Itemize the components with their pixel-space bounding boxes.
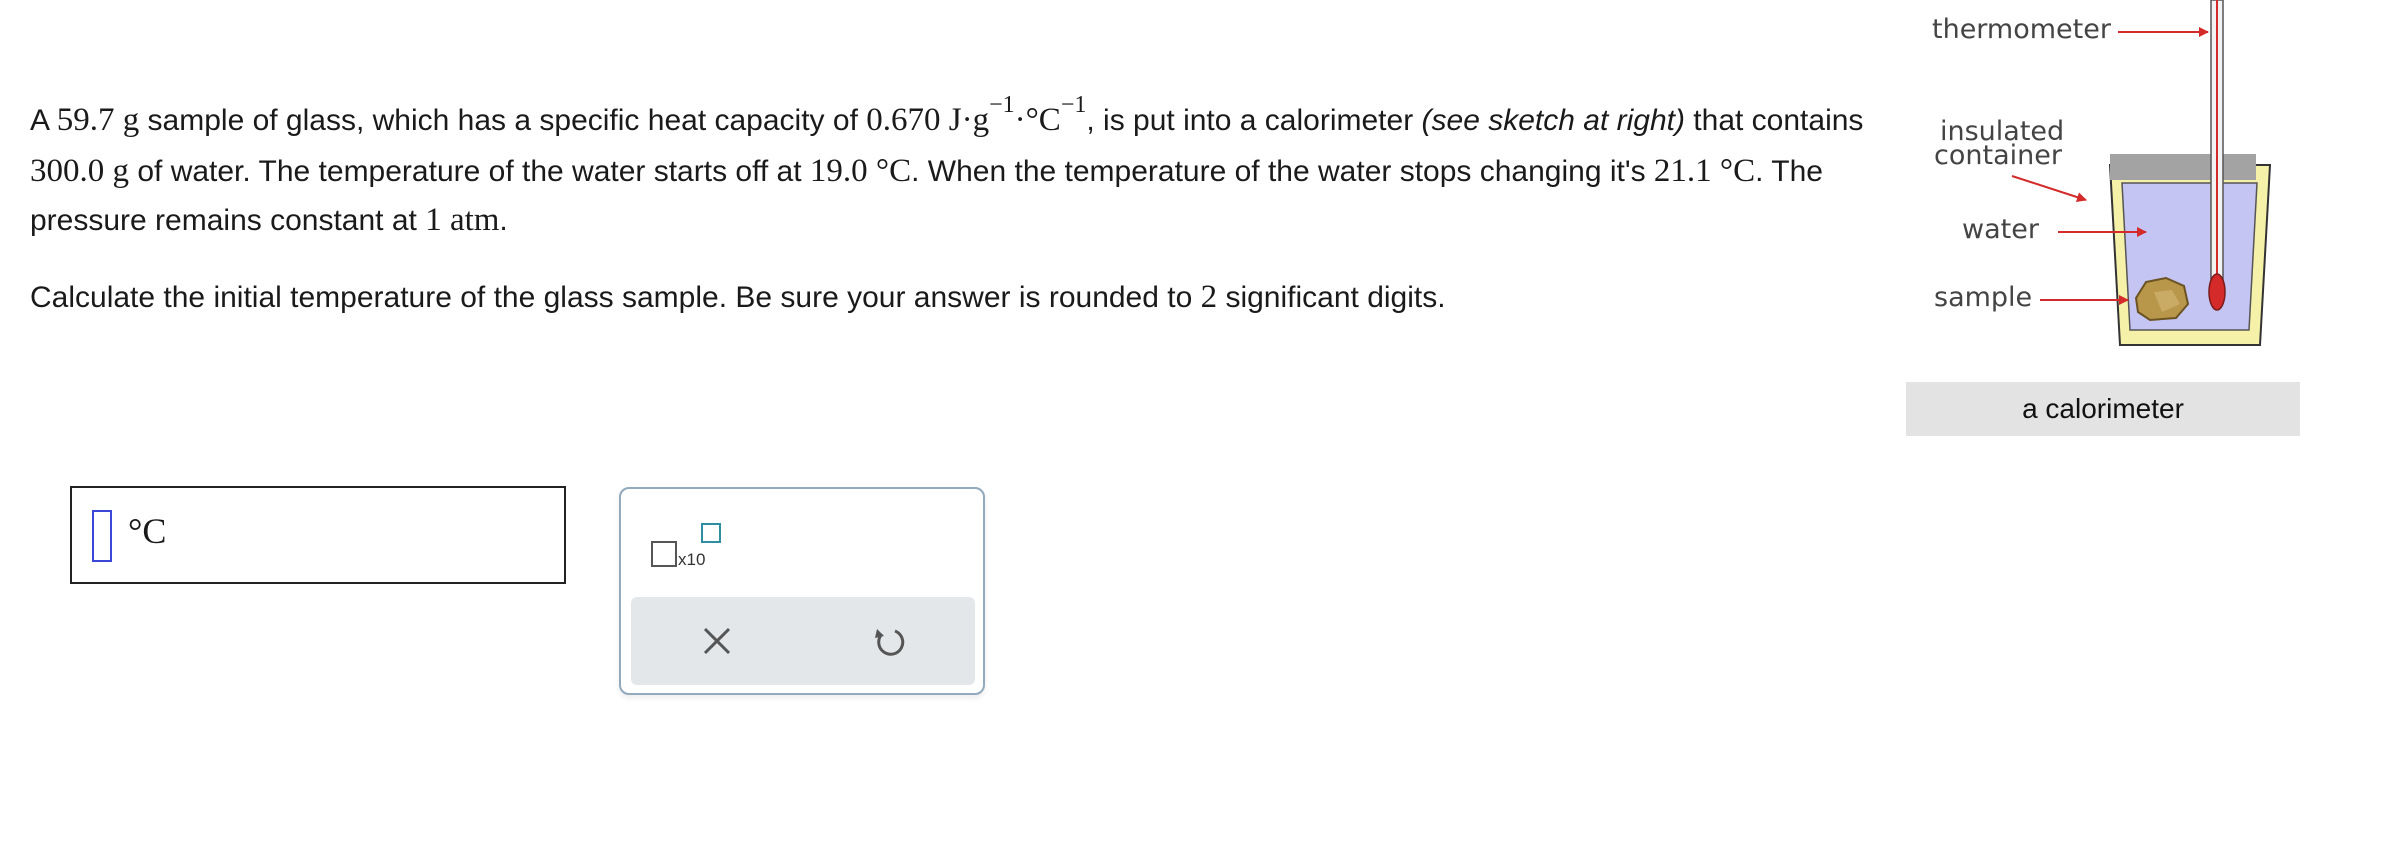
undo-button[interactable] [859, 611, 919, 671]
undo-icon [875, 629, 905, 656]
exponent-box-icon [701, 523, 721, 543]
answer-input[interactable]: °C [70, 486, 566, 584]
glass-mass: 59.7 [56, 102, 115, 138]
pressure-value: 1 atm [425, 202, 500, 238]
end-temperature: 21.1 °C [1653, 153, 1756, 189]
question: Calculate the initial temperature of the… [30, 279, 1446, 315]
clear-button[interactable] [687, 611, 747, 671]
keypad-action-tray [631, 597, 975, 685]
label-container: container [1934, 140, 2062, 171]
math-keypad: x10 [619, 487, 985, 695]
input-cursor [92, 510, 112, 562]
problem-paragraph: A 59.7 g sample of glass, which has a sp… [30, 92, 1864, 238]
specific-heat-value: 0.670 [866, 102, 941, 138]
scientific-notation-button[interactable]: x10 [651, 523, 723, 573]
problem-text: A 59.7 g sample of glass, which has a sp… [30, 92, 1910, 322]
base-box-icon [651, 541, 677, 567]
x10-label: x10 [678, 550, 706, 569]
x-icon [703, 627, 731, 655]
label-sample: sample [1934, 282, 2033, 313]
answer-unit: °C [128, 511, 167, 551]
sig-figs: 2 [1200, 279, 1218, 315]
container-lid [2110, 154, 2256, 180]
water-mass: 300.0 [30, 153, 105, 189]
sketch-caption: a calorimeter [1906, 382, 2300, 436]
calorimeter-sketch: thermometer insulated container water sa… [1900, 0, 2320, 440]
label-water: water [1962, 214, 2039, 245]
label-thermometer: thermometer [1932, 14, 2111, 45]
start-temperature: 19.0 °C [809, 153, 912, 189]
